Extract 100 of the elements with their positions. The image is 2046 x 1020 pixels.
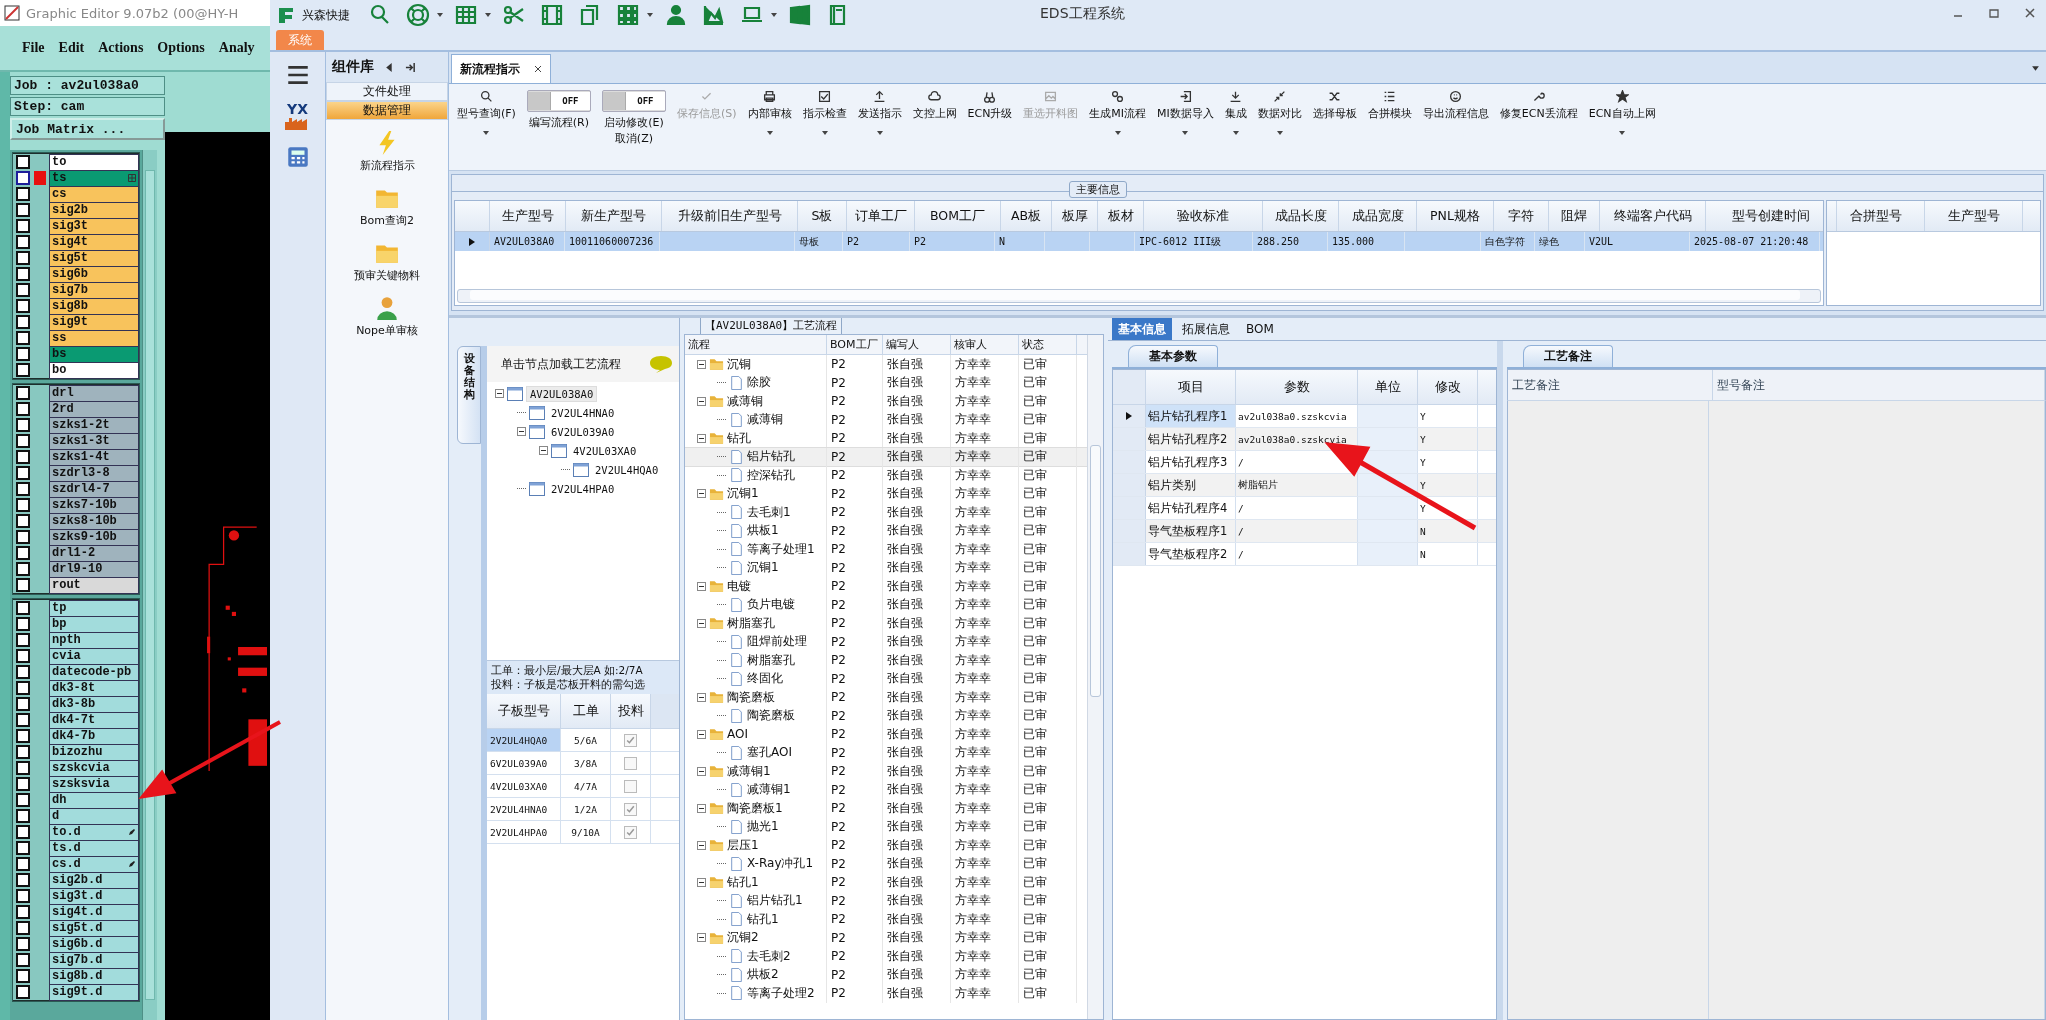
collapse-icon[interactable]	[539, 446, 548, 455]
caret-icon[interactable]	[1113, 129, 1122, 137]
layer-checkbox[interactable]	[16, 937, 30, 951]
layer-checkbox[interactable]	[16, 857, 30, 871]
checkbox[interactable]	[624, 779, 637, 793]
layer-checkbox[interactable]	[16, 601, 30, 615]
layer-checkbox[interactable]	[16, 251, 30, 265]
collapse-icon[interactable]	[697, 692, 706, 702]
toolbar-button[interactable]: 合拼模块	[1367, 90, 1412, 121]
layer-checkbox[interactable]	[16, 514, 30, 528]
table-row[interactable]: 塞孔AOI P2 张自强 方幸幸 已审	[685, 743, 1087, 762]
collapse-icon[interactable]	[697, 618, 706, 628]
table-row[interactable]: 铝片类别 树脂铝片 Y	[1113, 474, 1496, 497]
layer-checkbox[interactable]	[16, 633, 30, 647]
layer-checkbox[interactable]	[16, 841, 30, 855]
tab[interactable]: 拓展信息	[1176, 318, 1236, 340]
tree-node[interactable]: AV2UL038A0	[526, 385, 598, 402]
collapse-icon[interactable]	[384, 61, 395, 73]
table-icon[interactable]	[454, 3, 478, 27]
column-header[interactable]: 核审人	[951, 335, 1019, 354]
table-row[interactable]: 钻孔1 P2 张自强 方幸幸 已审	[685, 873, 1087, 892]
module-label[interactable]: Bom查询2	[360, 213, 414, 228]
toolbar-button[interactable]: ECN升级	[967, 90, 1013, 121]
row-indicator[interactable]	[1113, 405, 1146, 427]
layer-checkbox[interactable]	[16, 235, 30, 249]
caret-icon[interactable]	[1231, 129, 1240, 137]
table-row[interactable]: 导气垫板程序2 / N	[1113, 543, 1496, 566]
column-header[interactable]: 子板型号	[487, 694, 561, 728]
collapse-icon[interactable]	[697, 840, 706, 850]
layer-checkbox[interactable]	[16, 985, 30, 999]
grid-icon[interactable]	[616, 3, 640, 27]
table-row[interactable]: 阻焊前处理 P2 张自强 方幸幸 已审	[685, 632, 1087, 651]
scrollbar[interactable]	[457, 289, 1821, 303]
layer-checkbox[interactable]	[16, 331, 30, 345]
caret-icon[interactable]	[770, 11, 778, 19]
menu-item[interactable]: Actions	[98, 40, 144, 56]
layer-checkbox[interactable]	[16, 267, 30, 281]
layer-checkbox[interactable]	[16, 363, 30, 377]
layer-checkbox[interactable]	[16, 386, 30, 400]
tree-node[interactable]: 2V2UL4HNA0	[548, 405, 618, 420]
layer-checkbox[interactable]	[16, 617, 30, 631]
table-row[interactable]: 减薄铜1 P2 张自强 方幸幸 已审	[685, 762, 1087, 781]
column-header[interactable]: AB板	[1001, 201, 1052, 231]
table-row[interactable]: 铝片钻孔1 P2 张自强 方幸幸 已审	[685, 891, 1087, 910]
toolbar-button[interactable]: 发送指示	[857, 90, 902, 121]
column-header[interactable]: 参数	[1236, 370, 1358, 404]
layer-checkbox[interactable]	[16, 283, 30, 297]
column-header[interactable]: 终端客户代码	[1600, 201, 1706, 231]
checkbox[interactable]	[624, 802, 637, 816]
layer-checkbox[interactable]	[16, 649, 30, 663]
toolbar-button[interactable]: ECN自动上网	[1588, 90, 1656, 121]
table-row[interactable]: 终固化 P2 张自强 方幸幸 已审	[685, 669, 1087, 688]
pin-icon[interactable]	[405, 61, 416, 73]
layer-name[interactable]: tp	[49, 599, 139, 617]
column-header[interactable]: 合拼型号	[1827, 201, 1925, 231]
layer-checkbox[interactable]	[16, 713, 30, 727]
caret-icon[interactable]	[436, 11, 444, 19]
toolbar-button[interactable]: 生成MI流程	[1089, 90, 1147, 121]
layer-checkbox[interactable]	[16, 729, 30, 743]
table-row[interactable]: 沉铜2 P2 张自强 方幸幸 已审	[685, 928, 1087, 947]
column-header[interactable]: 单位	[1358, 370, 1418, 404]
table-row[interactable]: 等离子处理1 P2 张自强 方幸幸 已审	[685, 540, 1087, 559]
layer-checkbox[interactable]	[16, 434, 30, 448]
column-header[interactable]: 字符	[1494, 201, 1549, 231]
collapse-icon[interactable]	[697, 433, 706, 443]
toolbar-button[interactable]: MI数据导入	[1157, 90, 1214, 121]
cancel-button[interactable]: 取消(Z)	[614, 131, 653, 146]
table-row[interactable]: 减薄铜 P2 张自强 方幸幸 已审	[685, 410, 1087, 429]
table-row[interactable]: 导气垫板程序1 / N	[1113, 520, 1496, 543]
table-row[interactable]: 铝片钻孔 P2 张自强 方幸幸 已审	[685, 447, 1087, 466]
collapse-icon[interactable]	[697, 877, 706, 887]
tree-node[interactable]: 2V2UL4HPA0	[548, 481, 618, 496]
column-header[interactable]: 新生产型号	[566, 201, 662, 231]
caret-icon[interactable]	[1275, 129, 1284, 137]
layer-checkbox[interactable]	[16, 681, 30, 695]
collapse-icon[interactable]	[697, 766, 706, 776]
module-label[interactable]: Nope单审核	[356, 323, 418, 338]
layer-name[interactable]: drl	[49, 384, 139, 402]
category-button[interactable]: 数据管理	[326, 101, 448, 120]
menu-item[interactable]: Edit	[58, 40, 85, 56]
column-header[interactable]: PNL规格	[1417, 201, 1494, 231]
tree-node[interactable]: 4V2UL03XA0	[570, 443, 640, 458]
layer-checkbox[interactable]	[16, 315, 30, 329]
table-row[interactable]: 烘板1 P2 张自强 方幸幸 已审	[685, 521, 1087, 540]
layer-checkbox[interactable]	[16, 482, 30, 496]
layer-checkbox[interactable]	[16, 530, 30, 544]
table-row[interactable]: 减薄铜 P2 张自强 方幸幸 已审	[685, 392, 1087, 411]
column-header[interactable]: 生产型号	[490, 201, 566, 231]
table-row[interactable]: 控深钻孔 P2 张自强 方幸幸 已审	[685, 466, 1087, 485]
tab[interactable]: 基本信息	[1112, 318, 1172, 340]
restore-icon[interactable]	[1988, 7, 2000, 19]
table-row[interactable]: 陶瓷磨板 P2 张自强 方幸幸 已审	[685, 688, 1087, 707]
table-row[interactable]: 沉铜1 P2 张自强 方幸幸 已审	[685, 484, 1087, 503]
module-label[interactable]: 预审关键物料	[354, 268, 420, 283]
layer-checkbox[interactable]	[16, 299, 30, 313]
table-row[interactable]: 去毛刺2 P2 张自强 方幸幸 已审	[685, 947, 1087, 966]
collapse-icon[interactable]	[697, 359, 706, 369]
toolbar-button[interactable]: 集成	[1224, 90, 1247, 121]
collapse-icon[interactable]	[697, 933, 706, 943]
table-row[interactable]: 等离子处理2 P2 张自强 方幸幸 已审	[685, 984, 1087, 1003]
